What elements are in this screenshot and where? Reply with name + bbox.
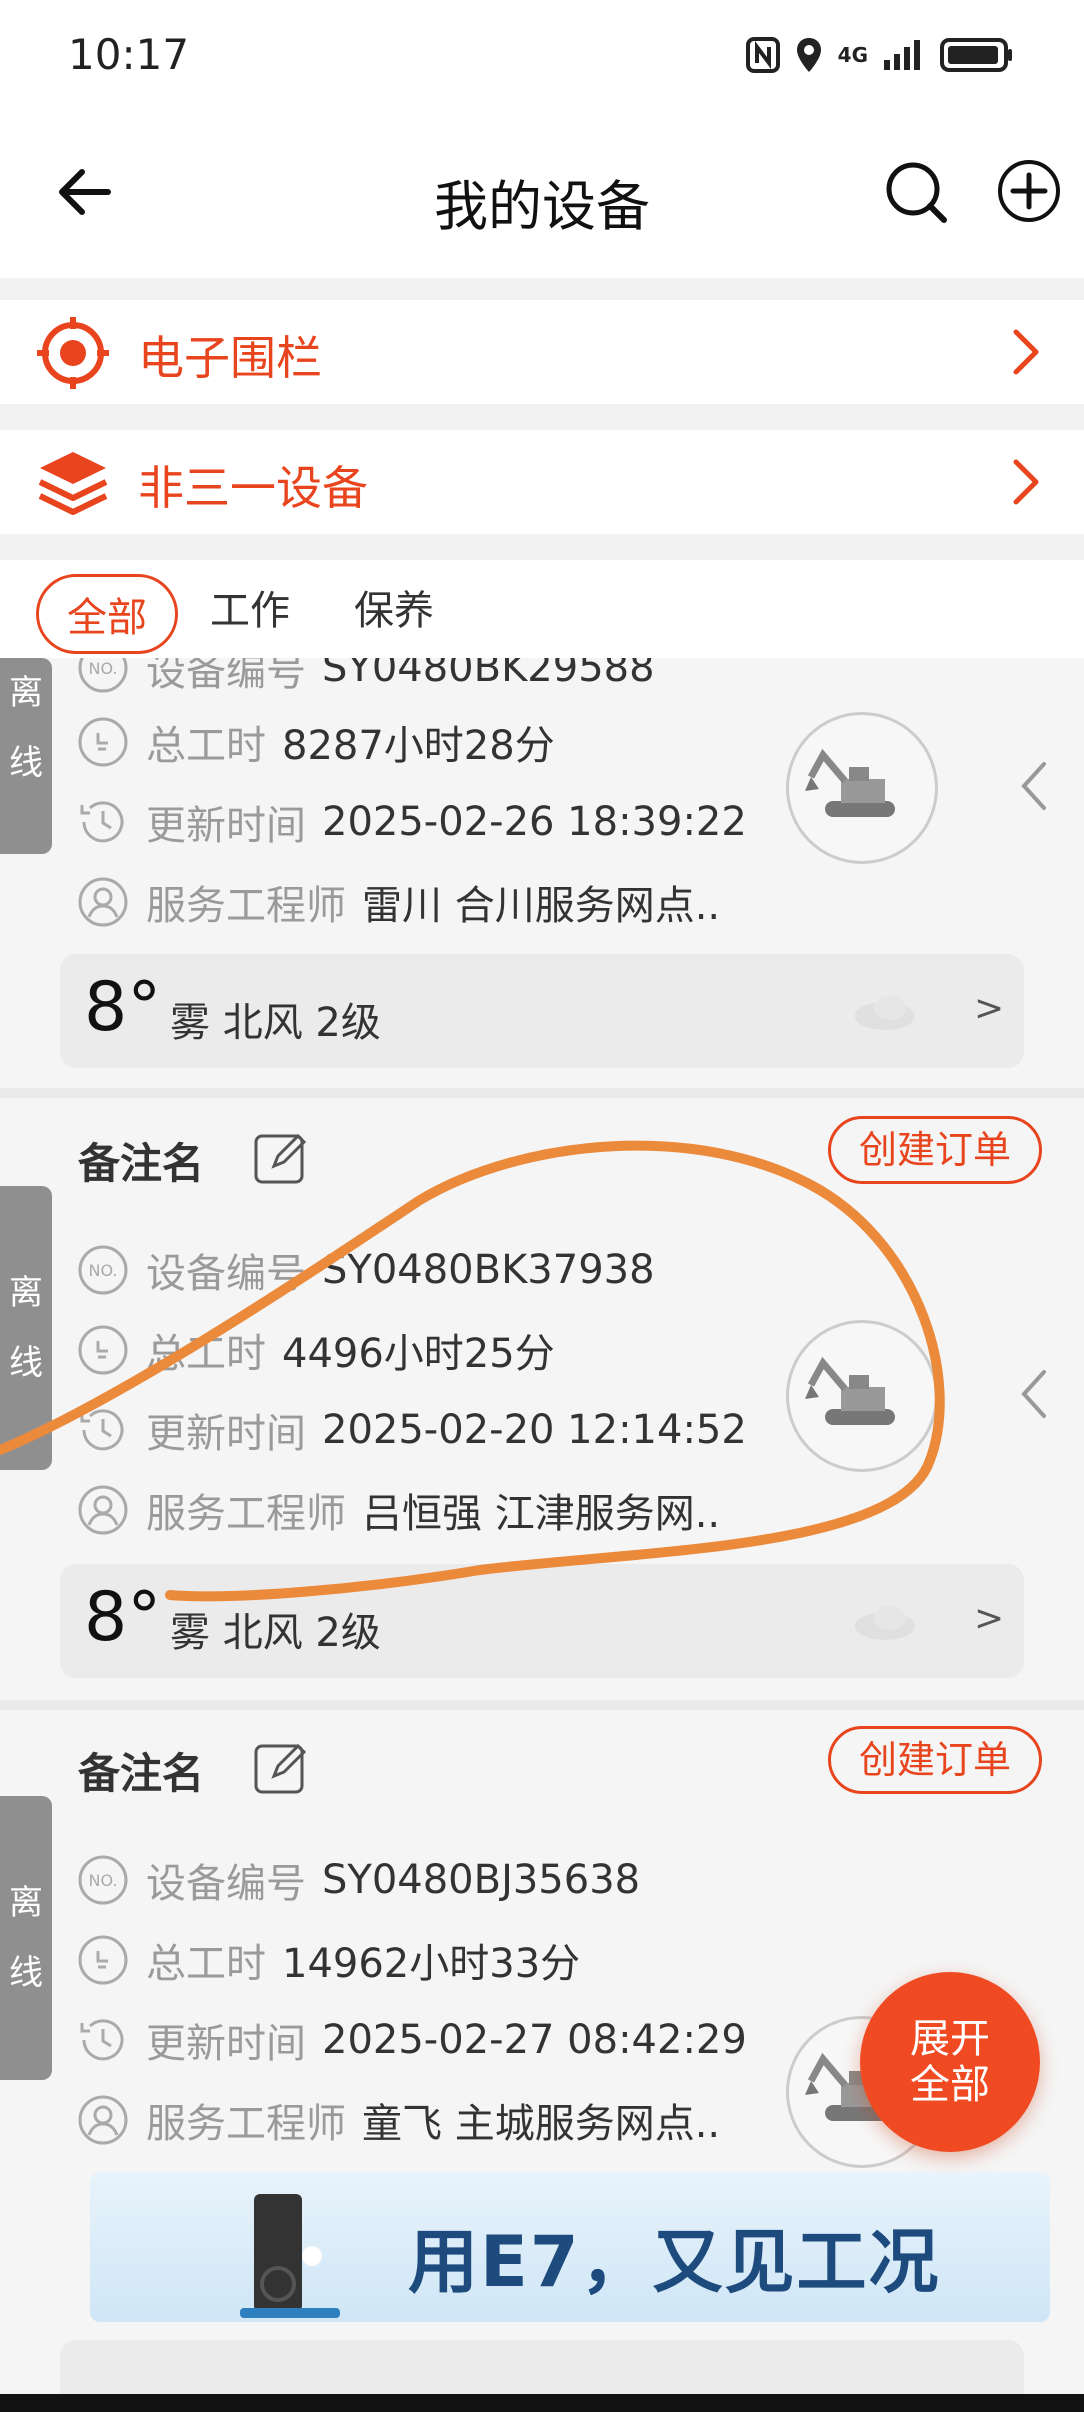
device-no-row: NO. 设备编号 SY0480BK37938 <box>76 1238 655 1302</box>
device-no: SY0480BK29588 <box>322 658 655 691</box>
clock-icon <box>80 1409 124 1451</box>
weather-temp: 8° <box>84 968 162 1047</box>
geofence-entry[interactable]: 电子围栏 <box>0 300 1084 404</box>
nav-bar: 我的设备 <box>0 110 1084 278</box>
engineer-row: 服务工程师 童飞 主城服务网点.. <box>76 2088 720 2152</box>
offline-badge: 离 线 <box>0 658 52 854</box>
card-divider <box>0 1088 1084 1098</box>
svg-text:NO.: NO. <box>89 659 118 678</box>
promo-banner[interactable]: 用E7，又见工况 <box>90 2172 1050 2322</box>
number-icon: NO. <box>78 1245 128 1295</box>
timer-icon <box>78 1325 128 1375</box>
update-time-row: 更新时间 2025-02-20 12:14:52 <box>76 1398 747 1462</box>
excavator-image <box>786 1320 938 1472</box>
cloud-icon <box>855 1606 915 1640</box>
device-card[interactable]: 离 线 NO. 设备编号 SY0480BK29588 总工时 8287小时28分… <box>0 658 1084 1088</box>
update-time: 2025-02-20 12:14:52 <box>322 1407 747 1453</box>
engineer: 童飞 主城服务网点.. <box>362 2101 721 2147</box>
device-card[interactable]: 离 线 备注名 创建订单 NO. 设备编号 SY0480BK37938 总工时 … <box>0 1098 1084 1700</box>
non-sany-devices-entry[interactable]: 非三一设备 <box>0 430 1084 534</box>
home-indicator <box>0 2394 1084 2412</box>
total-hours-row: 总工时 4496小时25分 <box>76 1318 555 1382</box>
person-icon <box>78 2095 128 2145</box>
filter-tabs: 全部 工作 保养 <box>0 560 1084 658</box>
add-device-icon[interactable] <box>996 158 1062 224</box>
offline-badge: 离 线 <box>0 1796 52 2080</box>
clock-icon <box>80 2019 124 2061</box>
nfc-icon <box>745 37 780 73</box>
total-hours-row: 总工时 8287小时28分 <box>76 710 555 774</box>
total-hours: 8287小时28分 <box>282 723 555 769</box>
engineer: 雷川 合川服务网点.. <box>362 883 721 929</box>
number-icon: NO. <box>78 658 128 693</box>
search-icon[interactable] <box>882 158 950 226</box>
banner-text: 用E7，又见工况 <box>408 2221 941 2303</box>
edit-icon[interactable] <box>252 1128 310 1186</box>
layers-icon <box>38 452 108 515</box>
non-sany-devices-label: 非三一设备 <box>138 461 368 515</box>
edit-icon[interactable] <box>252 1738 310 1796</box>
chevron-left-icon[interactable] <box>1016 1366 1052 1422</box>
svg-text:NO.: NO. <box>89 1261 118 1280</box>
card-divider <box>0 1700 1084 1710</box>
device-no: SY0480BJ35638 <box>322 1857 641 1903</box>
person-icon <box>78 1485 128 1535</box>
tab-all[interactable]: 全部 <box>36 574 178 654</box>
person-icon <box>78 877 128 927</box>
update-time-row: 更新时间 2025-02-26 18:39:22 <box>76 790 747 854</box>
weather-bar[interactable] <box>60 2340 1024 2394</box>
update-time: 2025-02-27 08:42:29 <box>322 2017 747 2063</box>
chevron-right-icon <box>1013 459 1039 505</box>
create-order-button[interactable]: 创建订单 <box>828 1726 1042 1794</box>
number-icon: NO. <box>78 1855 128 1905</box>
excavator-image <box>786 712 938 864</box>
weather-desc: 雾 北风 2级 <box>170 1610 381 1656</box>
tab-working[interactable]: 工作 <box>210 578 290 636</box>
update-time-row: 更新时间 2025-02-27 08:42:29 <box>76 2008 747 2072</box>
engineer: 吕恒强 江津服务网.. <box>362 1491 721 1537</box>
device-icon <box>240 2194 340 2318</box>
tab-maintenance[interactable]: 保养 <box>354 578 434 636</box>
offline-badge: 离 线 <box>0 1186 52 1470</box>
create-order-button[interactable]: 创建订单 <box>828 1116 1042 1184</box>
network-type: 4G <box>837 43 868 67</box>
expand-all-button[interactable]: 展开 全部 <box>860 1972 1040 2152</box>
svg-text:NO.: NO. <box>89 1871 118 1890</box>
status-time: 10:17 <box>68 30 190 79</box>
remark-name: 备注名 <box>78 1749 205 1798</box>
total-hours-row: 总工时 14962小时33分 <box>76 1928 580 1992</box>
engineer-row: 服务工程师 雷川 合川服务网点.. <box>76 870 720 934</box>
total-hours: 14962小时33分 <box>282 1941 581 1987</box>
battery-icon <box>940 38 1012 72</box>
weather-desc: 雾 北风 2级 <box>170 1000 381 1046</box>
location-icon <box>796 38 821 72</box>
chevron-left-icon[interactable] <box>1016 758 1052 814</box>
weather-bar[interactable]: 8° 雾 北风 2级 > <box>60 1564 1024 1678</box>
signal-icon <box>884 40 920 70</box>
device-no-row: NO. 设备编号 SY0480BJ35638 <box>76 1848 640 1912</box>
update-time: 2025-02-26 18:39:22 <box>322 799 747 845</box>
timer-icon <box>78 717 128 767</box>
weather-bar[interactable]: 8° 雾 北风 2级 > <box>60 954 1024 1068</box>
clock-icon <box>80 801 124 843</box>
timer-icon <box>78 1935 128 1985</box>
status-icons: 4G <box>745 36 1014 74</box>
remark-name: 备注名 <box>78 1139 205 1188</box>
engineer-row: 服务工程师 吕恒强 江津服务网.. <box>76 1478 720 1542</box>
total-hours: 4496小时25分 <box>282 1331 555 1377</box>
status-bar: 10:17 4G <box>0 0 1084 110</box>
device-no: SY0480BK37938 <box>322 1247 655 1293</box>
cloud-icon <box>855 996 915 1030</box>
geofence-label: 电子围栏 <box>138 331 322 385</box>
chevron-right-icon <box>1013 329 1039 375</box>
target-icon <box>37 317 109 389</box>
weather-temp: 8° <box>84 1578 162 1657</box>
weather-more: > <box>974 1598 1005 1639</box>
device-no-row: NO. 设备编号 SY0480BK29588 <box>76 658 655 700</box>
weather-more: > <box>974 988 1005 1029</box>
